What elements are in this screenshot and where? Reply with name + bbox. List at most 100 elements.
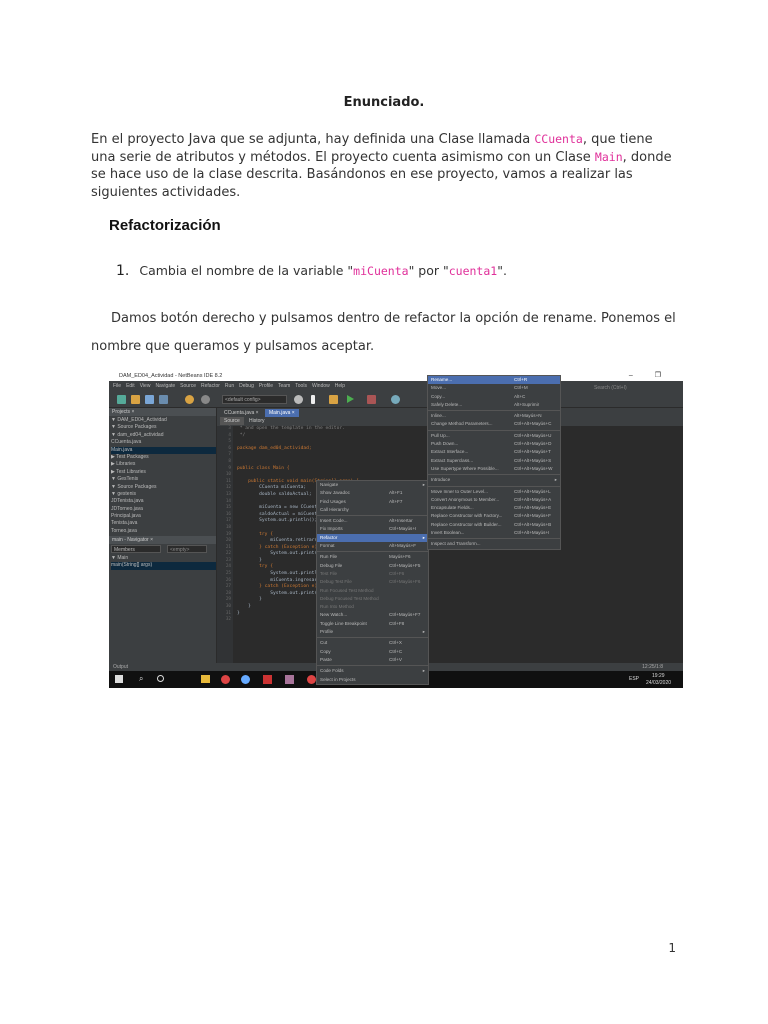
menu-item-select-in-projects[interactable]: Select in Projects — [317, 676, 428, 684]
profile-icon[interactable] — [391, 395, 400, 404]
tray-language[interactable]: ESP — [629, 676, 639, 682]
projects-tab[interactable]: Projects × — [109, 408, 216, 416]
menu-item-new-watch[interactable]: New Watch... Ctrl+Mayús+F7 — [317, 611, 428, 619]
menu-item-change-method-parameters[interactable]: Change Method Parameters... Ctrl+Alt+Mayú… — [428, 420, 560, 428]
tree-item[interactable]: ▶ Libraries — [111, 461, 216, 468]
tree-item[interactable]: Tenista.java — [111, 520, 216, 527]
tree-item[interactable]: Main.java — [111, 446, 216, 454]
menu-profile[interactable]: Profile — [259, 383, 273, 389]
menu-item-extract-interface[interactable]: Extract Interface... Ctrl+Alt+Mayús+T — [428, 448, 560, 456]
menu-item-find-usages[interactable]: Find Usages Alt+F7 — [317, 498, 428, 506]
tray-date[interactable]: 24/03/2020 — [646, 680, 671, 686]
menu-edit[interactable]: Edit — [126, 383, 135, 389]
menu-item-code-folds[interactable]: Code Folds ▸ — [317, 667, 428, 675]
menu-item-fix-imports[interactable]: Fix Imports Ctrl+Mayús+I — [317, 525, 428, 533]
menu-item-rename[interactable]: Rename... Ctrl+R — [428, 376, 560, 385]
menu-item-profile[interactable]: Profile ▸ — [317, 628, 428, 636]
menu-navigate[interactable]: Navigate — [155, 383, 175, 389]
app-icon[interactable] — [263, 675, 272, 684]
menu-file[interactable]: File — [113, 383, 121, 389]
menu-item-invert-boolean[interactable]: Invert Boolean... Ctrl+Alt+Mayús+I — [428, 529, 560, 537]
menu-tools[interactable]: Tools — [295, 383, 307, 389]
menu-item-inspect-and-transform[interactable]: Inspect and Transform... — [428, 540, 560, 548]
menu-item-debug-focused-test-method[interactable]: Debug Focused Test Method — [317, 595, 428, 603]
tree-item[interactable]: ▼ GesTenis — [111, 476, 216, 483]
cortana-icon[interactable] — [157, 675, 164, 682]
chrome-icon[interactable] — [221, 675, 230, 684]
new-file-icon[interactable] — [117, 395, 126, 404]
tree-item[interactable]: JDTorneo.java — [111, 506, 216, 513]
build-icon[interactable] — [294, 395, 303, 404]
save-all-icon[interactable] — [159, 395, 168, 404]
tray-time[interactable]: 19:29 — [652, 673, 665, 679]
redo-icon[interactable] — [201, 395, 210, 404]
tab-ccuenta[interactable]: CCuenta.java × — [220, 409, 263, 417]
menu-team[interactable]: Team — [278, 383, 290, 389]
menu-help[interactable]: Help — [335, 383, 345, 389]
tree-item[interactable]: Principal.java — [111, 513, 216, 520]
source-tab[interactable]: Source — [220, 417, 244, 425]
chrome-icon[interactable] — [307, 675, 316, 684]
menu-item-navigate[interactable]: Navigate ▸ — [317, 481, 428, 489]
clean-build-icon[interactable] — [311, 395, 315, 404]
menu-item-replace-constructor-with-factory[interactable]: Replace Constructor with Factory... Ctrl+… — [428, 512, 560, 520]
tree-item[interactable]: ▼ gestenis — [111, 491, 216, 498]
menu-item-convert-anonymous-to-member[interactable]: Convert Anonymous to Member... Ctrl+Alt+M… — [428, 496, 560, 504]
menu-item-debug-file[interactable]: Debug File Ctrl+Mayús+F5 — [317, 562, 428, 570]
clean-icon[interactable] — [329, 395, 338, 404]
menu-item-push-down[interactable]: Push Down... Ctrl+Alt+Mayús+D — [428, 440, 560, 448]
tree-item[interactable]: Torneo.java — [111, 528, 216, 535]
menu-source[interactable]: Source — [180, 383, 196, 389]
app-icon[interactable] — [241, 675, 250, 684]
search-icon[interactable]: ⌕ — [139, 674, 143, 684]
menu-item-test-file[interactable]: Test File Ctrl+F6 — [317, 570, 428, 578]
navigator-item[interactable]: ▼ Main — [111, 555, 216, 562]
members-select[interactable]: Members — [111, 545, 161, 553]
menu-item-toggle-line-breakpoint[interactable]: Toggle Line Breakpoint Ctrl+F8 — [317, 620, 428, 628]
tree-item[interactable]: ▼ Source Packages — [111, 424, 216, 431]
file-explorer-icon[interactable] — [201, 675, 210, 683]
menu-item-run-into-method[interactable]: Run Into Method — [317, 603, 428, 611]
menu-window[interactable]: Window — [312, 383, 330, 389]
menu-item-format[interactable]: Format Alt+Mayús+F — [317, 542, 428, 550]
config-select[interactable]: <default config> — [222, 395, 287, 404]
menu-item-run-file[interactable]: Run File Mayús+F6 — [317, 553, 428, 561]
menu-item-insert-code[interactable]: Insert Code... Alt+Insertar — [317, 517, 428, 525]
menu-debug[interactable]: Debug — [239, 383, 254, 389]
open-project-icon[interactable] — [145, 395, 154, 404]
output-tab[interactable]: Output — [113, 664, 128, 670]
tree-item[interactable]: ▼ dam_ed04_actividad — [111, 432, 216, 439]
undo-icon[interactable] — [185, 395, 194, 404]
menu-item-copy[interactable]: Copy... Alt+C — [428, 393, 560, 401]
run-icon[interactable] — [347, 395, 354, 403]
menu-item-move-inner-to-outer-level[interactable]: Move Inner to Outer Level... Ctrl+Alt+May… — [428, 488, 560, 496]
new-project-icon[interactable] — [131, 395, 140, 404]
menu-item-run-focused-test-method[interactable]: Run Focused Test Method — [317, 587, 428, 595]
tree-item[interactable]: JDTenista.java — [111, 498, 216, 505]
tree-item[interactable]: ▼ Source Packages — [111, 484, 216, 491]
search-input[interactable]: Search (Ctrl+I) — [594, 385, 674, 392]
menu-item-call-hierarchy[interactable]: Call Hierarchy — [317, 506, 428, 514]
tree-item[interactable]: ▶ Test Libraries — [111, 469, 216, 476]
filter-select[interactable]: <empty> — [167, 545, 207, 553]
menu-item-replace-constructor-with-builder[interactable]: Replace Constructor with Builder... Ctrl+… — [428, 521, 560, 529]
window-controls[interactable]: – ❐ — [629, 371, 671, 379]
menu-item-pull-up[interactable]: Pull Up... Ctrl+Alt+Mayús+U — [428, 432, 560, 440]
menu-item-encapsulate-fields[interactable]: Encapsulate Fields... Ctrl+Alt+Mayús+E — [428, 504, 560, 512]
menu-item-paste[interactable]: Paste Ctrl+V — [317, 656, 428, 664]
menu-item-debug-test-file[interactable]: Debug Test File Ctrl+Mayús+F6 — [317, 578, 428, 586]
windows-start-icon[interactable] — [115, 675, 123, 683]
menu-refactor[interactable]: Refactor — [201, 383, 220, 389]
menu-item-inline[interactable]: Inline... Alt+Mayús+N — [428, 412, 560, 420]
netbeans-icon[interactable] — [285, 675, 294, 684]
debug-icon[interactable] — [367, 395, 376, 404]
menu-item-safely-delete[interactable]: Safely Delete... Alt+Suprimir — [428, 401, 560, 409]
history-tab[interactable]: History — [245, 417, 269, 425]
menu-item-copy[interactable]: Copy Ctrl+C — [317, 648, 428, 656]
menu-item-extract-superclass[interactable]: Extract Superclass... Ctrl+Alt+Mayús+S — [428, 457, 560, 465]
tree-item[interactable]: ▼ DAM_ED04_Actividad — [111, 417, 216, 424]
menu-item-use-supertype-where-possible[interactable]: Use Supertype Where Possible... Ctrl+Alt+… — [428, 465, 560, 473]
menu-view[interactable]: View — [140, 383, 151, 389]
menu-item-move[interactable]: Move... Ctrl+M — [428, 384, 560, 392]
navigator-tab[interactable]: main - Navigator × — [109, 536, 216, 544]
